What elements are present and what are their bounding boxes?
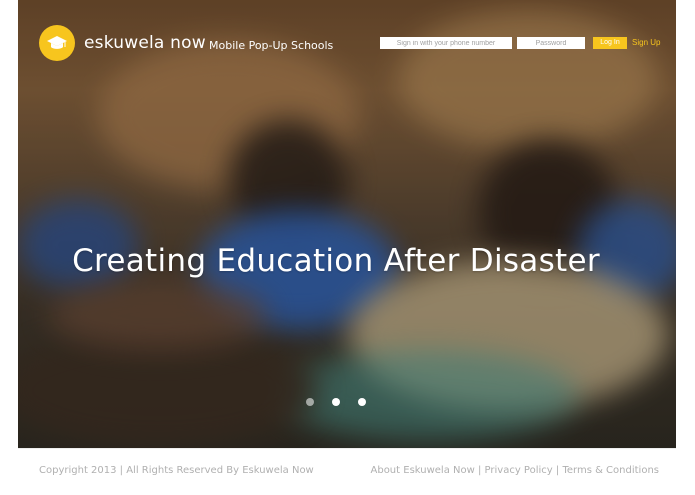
footer-separator: |	[477, 465, 482, 476]
privacy-policy-link[interactable]: Privacy Policy	[485, 465, 553, 476]
hero-headline: Creating Education After Disaster	[72, 242, 600, 279]
password-input[interactable]	[517, 37, 585, 49]
copyright-text: Copyright 2013 | All Rights Reserved By …	[39, 465, 314, 476]
slider-dot-3[interactable]	[358, 398, 367, 406]
about-link[interactable]: About Eskuwela Now	[371, 465, 475, 476]
phone-number-input[interactable]	[380, 37, 512, 49]
logo[interactable]	[39, 25, 75, 61]
login-button[interactable]: Log In	[593, 37, 627, 49]
hero-overlay	[18, 0, 676, 448]
hero-banner	[18, 0, 676, 448]
graduation-cap-icon	[47, 36, 67, 49]
slider-dot-2[interactable]	[332, 398, 340, 406]
slider-pagination	[0, 393, 672, 411]
footer-separator: |	[555, 465, 560, 476]
brand-tagline: Mobile Pop-Up Schools	[209, 39, 334, 52]
terms-link[interactable]: Terms & Conditions	[562, 465, 659, 476]
brand-name[interactable]: eskuwela now	[84, 33, 206, 53]
footer-links: About Eskuwela Now | Privacy Policy | Te…	[371, 465, 660, 476]
slider-dot-1[interactable]	[305, 398, 314, 406]
signup-link[interactable]: Sign Up	[632, 38, 660, 47]
footer: Copyright 2013 | All Rights Reserved By …	[18, 448, 676, 495]
